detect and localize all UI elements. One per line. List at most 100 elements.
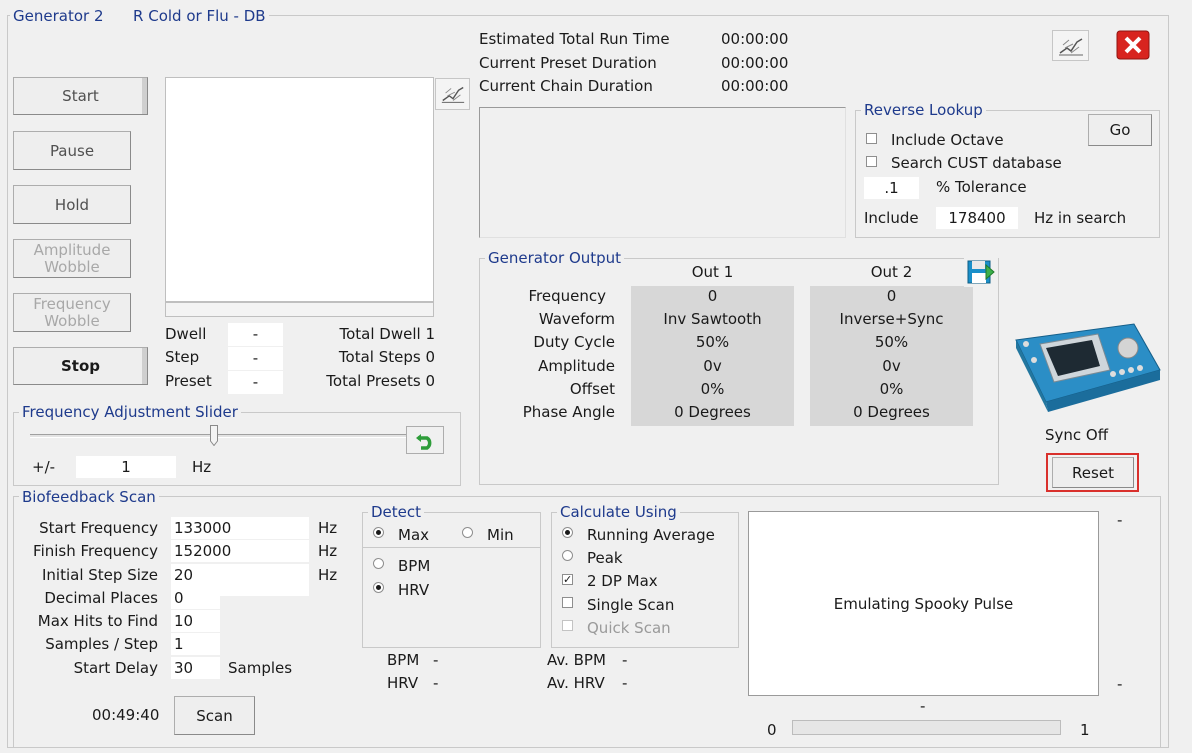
out1-value: Inv Sawtooth <box>663 310 762 328</box>
output-row-label: Duty Cycle <box>533 333 615 351</box>
calculate-title: Calculate Using <box>557 503 680 521</box>
decimal-places-input[interactable] <box>171 587 220 609</box>
freq-slider-thumb[interactable] <box>210 425 219 447</box>
output-row-label: Amplitude <box>538 357 615 375</box>
amplitude-wobble-label: Amplitude Wobble <box>33 240 111 276</box>
biofeedback-graph: Emulating Spooky Pulse <box>748 511 1099 696</box>
save-output-button[interactable] <box>964 255 998 287</box>
preset-list-scrollbar[interactable] <box>165 302 434 317</box>
elapsed-time: 00:49:40 <box>92 706 160 724</box>
total-presets: Total Presets 0 <box>326 372 435 390</box>
scan-field-unit: Hz <box>318 566 338 584</box>
out1-value: 50% <box>695 333 730 351</box>
hrv-value: - <box>433 674 439 692</box>
device-image <box>1010 318 1162 413</box>
frequency-wobble-button[interactable]: Frequency Wobble <box>13 293 131 332</box>
stop-button[interactable]: Stop <box>13 347 148 385</box>
amplitude-wobble-button[interactable]: Amplitude Wobble <box>13 239 131 278</box>
scan-field-label: Samples / Step <box>45 635 158 653</box>
quick-scan-label: Quick Scan <box>587 619 671 637</box>
detect-max-radio[interactable] <box>373 527 384 538</box>
scan-button[interactable]: Scan <box>174 696 255 735</box>
detect-group <box>362 512 541 648</box>
two-dp-max-checkbox[interactable]: ✓ <box>562 574 573 585</box>
dwell-value: - <box>228 323 283 346</box>
tolerance-label: % Tolerance <box>936 178 1027 196</box>
samples-step-input[interactable] <box>171 633 220 655</box>
detect-min-label: Min <box>487 526 514 544</box>
avg-bpm-value: - <box>622 651 628 669</box>
preset-name: R Cold or Flu - DB <box>133 7 266 25</box>
graph-top-dash: - <box>1117 511 1123 529</box>
start-frequency-input[interactable] <box>171 517 309 539</box>
start-button[interactable]: Start <box>13 77 148 115</box>
output-row-label: Offset <box>569 380 615 398</box>
generator-title: Generator 2 R Cold or Flu - DB <box>10 7 269 25</box>
go-button[interactable]: Go <box>1088 114 1152 146</box>
preset-value: - <box>228 371 283 394</box>
scan-field-label: Start Frequency <box>39 519 158 537</box>
out2-value: 0 <box>886 287 897 305</box>
frequency-wobble-label: Frequency Wobble <box>33 294 111 330</box>
settings-tool-button[interactable] <box>1052 30 1089 61</box>
reset-button[interactable]: Reset <box>1052 457 1134 488</box>
start-delay-input[interactable] <box>171 657 220 679</box>
detect-min-radio[interactable] <box>462 527 473 538</box>
running-average-radio[interactable] <box>562 527 573 538</box>
scan-field-label: Initial Step Size <box>42 566 158 584</box>
out1-value: 0 <box>707 287 718 305</box>
generator-icon <box>441 86 464 103</box>
freq-reset-button[interactable] <box>406 426 444 454</box>
search-cust-checkbox[interactable] <box>866 156 877 167</box>
max-hits-input[interactable] <box>171 610 220 632</box>
freq-adjust-unit: Hz <box>192 458 212 476</box>
detect-hrv-radio[interactable] <box>373 582 384 593</box>
run-time-value: 00:00:00 <box>721 77 789 95</box>
output-row-label: Phase Angle <box>522 403 615 421</box>
scan-progress-bar <box>792 720 1061 735</box>
detect-bpm-radio[interactable] <box>373 558 384 569</box>
peak-radio[interactable] <box>562 550 573 561</box>
scan-field-label: Max Hits to Find <box>37 612 158 630</box>
reverse-lookup-title: Reverse Lookup <box>861 101 986 119</box>
dwell-label: Dwell <box>165 325 207 343</box>
include-octave-checkbox[interactable] <box>866 133 877 144</box>
single-scan-label: Single Scan <box>587 596 675 614</box>
pause-button[interactable]: Pause <box>13 131 131 170</box>
two-dp-max-label: 2 DP Max <box>587 572 658 590</box>
include-hz-input[interactable] <box>936 207 1018 229</box>
out2-value: 50% <box>874 333 909 351</box>
list-tool-button[interactable] <box>435 78 470 110</box>
out2-value: 0 Degrees <box>853 403 930 421</box>
single-scan-checkbox[interactable] <box>562 597 573 608</box>
scan-field-label: Start Delay <box>73 659 158 677</box>
include-label: Include <box>864 209 919 227</box>
out2-value: 0v <box>882 357 901 375</box>
sync-status: Sync Off <box>1045 426 1109 444</box>
output-row-label: Waveform <box>538 310 615 328</box>
close-button[interactable] <box>1113 29 1152 61</box>
scan-field-label: Decimal Places <box>44 589 158 607</box>
total-steps: Total Steps 0 <box>338 348 435 366</box>
detect-divider <box>363 547 540 548</box>
hold-button[interactable]: Hold <box>13 185 131 224</box>
scan-field-unit: Hz <box>318 519 338 537</box>
tolerance-input[interactable] <box>864 177 919 199</box>
run-time-label: Current Chain Duration <box>479 77 653 95</box>
quick-scan-checkbox[interactable] <box>562 620 573 631</box>
freq-slider-title: Frequency Adjustment Slider <box>19 403 241 421</box>
include-octave-label: Include Octave <box>891 131 1004 149</box>
out2-value: Inverse+Sync <box>839 310 944 328</box>
close-icon <box>1116 30 1149 60</box>
out1-value: 0v <box>703 357 722 375</box>
detect-bpm-label: BPM <box>398 557 431 575</box>
scan-field-unit: Hz <box>318 542 338 560</box>
generator-output-title: Generator Output <box>485 249 625 267</box>
preset-list[interactable] <box>165 77 434 302</box>
freq-adjust-input[interactable] <box>76 456 176 478</box>
step-value: - <box>228 347 283 370</box>
finish-frequency-input[interactable] <box>171 540 309 562</box>
preset-description[interactable] <box>479 107 846 238</box>
progress-min: 0 <box>767 721 777 739</box>
graph-mid-dash: - <box>920 697 926 715</box>
